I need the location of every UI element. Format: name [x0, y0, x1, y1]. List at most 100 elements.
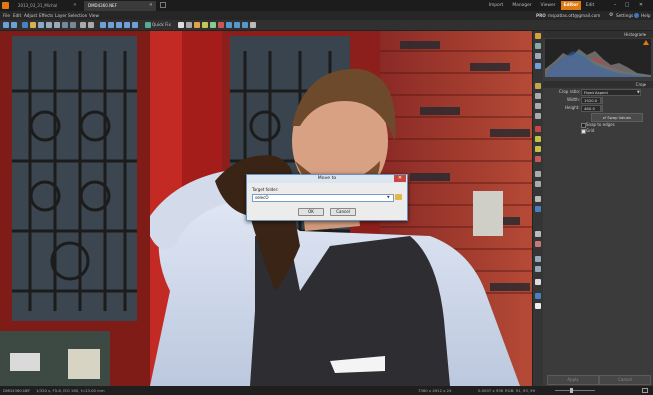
crop-header[interactable]: Crop — [543, 81, 653, 88]
mode-tab-viewer[interactable]: Viewer — [536, 1, 560, 10]
zoom-out-icon[interactable] — [54, 22, 60, 28]
hand-tool-icon[interactable] — [535, 266, 541, 272]
menu-file[interactable]: File — [3, 11, 10, 20]
back-icon[interactable] — [3, 22, 9, 28]
account-email[interactable]: mspatlas.ott@gmail.com — [548, 11, 600, 20]
menu-selection[interactable]: Selection — [68, 11, 87, 20]
quick-fix-label[interactable]: Quick Fix — [152, 20, 171, 30]
doc-tab-folder[interactable]: 2013_03_31_Michal — [14, 1, 80, 11]
resize-icon[interactable] — [234, 22, 240, 28]
red-eye-tool-icon[interactable] — [535, 156, 541, 162]
copy-icon[interactable] — [38, 22, 44, 28]
fit-icon[interactable] — [62, 22, 68, 28]
grid-icon[interactable] — [132, 22, 138, 28]
history-icon[interactable] — [116, 22, 122, 28]
help-icon[interactable] — [634, 13, 639, 18]
swap-values-button[interactable]: ⇄ Swap Values — [591, 113, 643, 122]
zoom-slider-handle[interactable] — [570, 388, 573, 393]
history-panel-icon[interactable] — [535, 53, 541, 59]
close-tab-icon[interactable]: ✕ — [149, 1, 153, 11]
gear-icon[interactable]: ⚙ — [609, 11, 613, 20]
fullscreen-icon[interactable] — [642, 388, 648, 393]
burn-tool-icon[interactable] — [535, 181, 541, 187]
compare-icon[interactable] — [124, 22, 130, 28]
color-icon[interactable] — [194, 22, 200, 28]
quick-fix-icon[interactable] — [145, 22, 151, 28]
layers-icon[interactable] — [535, 43, 541, 49]
shape-tool-icon[interactable] — [535, 241, 541, 247]
background-color-icon[interactable] — [535, 303, 541, 309]
mode-tab-editor[interactable]: Editor — [561, 1, 581, 10]
zoom-slider[interactable] — [555, 390, 595, 391]
navigator-icon[interactable] — [535, 63, 541, 69]
sharpen-icon[interactable] — [210, 22, 216, 28]
cancel-panel-button[interactable]: Cancel — [599, 375, 651, 385]
ok-button[interactable]: OK — [298, 208, 324, 216]
open-icon[interactable] — [30, 22, 36, 28]
dodge-tool-icon[interactable] — [535, 171, 541, 177]
close-window-icon[interactable]: ✕ — [636, 1, 646, 10]
undo-icon[interactable] — [100, 22, 106, 28]
new-tab-icon[interactable] — [160, 2, 166, 8]
rotate-right-icon[interactable] — [88, 22, 94, 28]
forward-icon[interactable] — [11, 22, 17, 28]
chevron-down-icon[interactable]: ▼ — [637, 89, 640, 95]
height-stepper[interactable] — [600, 105, 603, 112]
help-link[interactable]: Help — [641, 11, 651, 20]
collapse-icon[interactable]: ▾ — [644, 81, 646, 88]
crop-tool-icon[interactable] — [535, 83, 541, 89]
chevron-down-icon[interactable]: ▼ — [387, 194, 390, 201]
clipping-warning-icon[interactable] — [643, 40, 649, 45]
status-dimensions: 7360 x 4912 x 24 — [418, 388, 452, 393]
auto-contrast-icon[interactable] — [178, 22, 184, 28]
menu-adjust[interactable]: Adjust — [24, 11, 37, 20]
lasso-tool-icon[interactable] — [535, 113, 541, 119]
cancel-button[interactable]: Cancel — [330, 208, 356, 216]
zoom-tool-icon[interactable] — [535, 256, 541, 262]
settings-link[interactable]: Settings — [616, 11, 633, 20]
close-icon[interactable]: ✕ — [394, 175, 406, 182]
doc-tab-image[interactable]: DMD4360.NEF — [84, 1, 156, 11]
mode-tab-manager[interactable]: Manager — [509, 1, 535, 10]
red-eye-icon[interactable] — [218, 22, 224, 28]
close-tab-icon[interactable]: ✕ — [73, 1, 77, 11]
straighten-icon[interactable] — [242, 22, 248, 28]
menu-view[interactable]: View — [89, 11, 99, 20]
collapse-icon[interactable]: ▾ — [644, 31, 646, 38]
menu-edit[interactable]: Edit — [13, 11, 21, 20]
target-folder-input[interactable]: selecO — [252, 194, 394, 202]
pro-badge: PRO — [536, 13, 546, 18]
zoom-in-icon[interactable] — [46, 22, 52, 28]
clone-tool-icon[interactable] — [535, 136, 541, 142]
text-icon[interactable] — [250, 22, 256, 28]
browse-folder-icon[interactable] — [395, 194, 402, 200]
apply-button[interactable]: Apply — [547, 375, 599, 385]
histogram-header[interactable]: Histogram — [543, 31, 653, 38]
crop-ratio-select[interactable]: Fixed Aspect — [581, 89, 641, 96]
eraser-tool-icon[interactable] — [535, 196, 541, 202]
save-icon[interactable] — [22, 22, 28, 28]
menu-effects[interactable]: Effects — [39, 11, 53, 20]
actual-size-icon[interactable] — [70, 22, 76, 28]
levels-icon[interactable] — [186, 22, 192, 28]
fill-tool-icon[interactable] — [535, 206, 541, 212]
pin-icon[interactable] — [535, 33, 541, 39]
menu-layer[interactable]: Layer — [55, 11, 67, 20]
mode-tab-edit[interactable]: Edit — [582, 1, 598, 10]
minimize-icon[interactable]: – — [610, 1, 620, 10]
foreground-color-icon[interactable] — [535, 293, 541, 299]
straighten-tool-icon[interactable] — [535, 93, 541, 99]
mode-tab-import[interactable]: Import — [484, 1, 508, 10]
right-panel: Histogram ▾ Crop ▾ Crop ratio: Fixed Asp… — [543, 31, 653, 386]
width-stepper[interactable] — [600, 97, 603, 104]
brightness-icon[interactable] — [202, 22, 208, 28]
redo-icon[interactable] — [108, 22, 114, 28]
text-tool-icon[interactable] — [535, 231, 541, 237]
maximize-icon[interactable]: □ — [622, 1, 632, 10]
crop-icon[interactable] — [226, 22, 232, 28]
selection-tool-icon[interactable] — [535, 103, 541, 109]
rotate-left-icon[interactable] — [80, 22, 86, 28]
brush-tool-icon[interactable] — [535, 126, 541, 132]
repair-tool-icon[interactable] — [535, 146, 541, 152]
eyedropper-tool-icon[interactable] — [535, 279, 541, 285]
